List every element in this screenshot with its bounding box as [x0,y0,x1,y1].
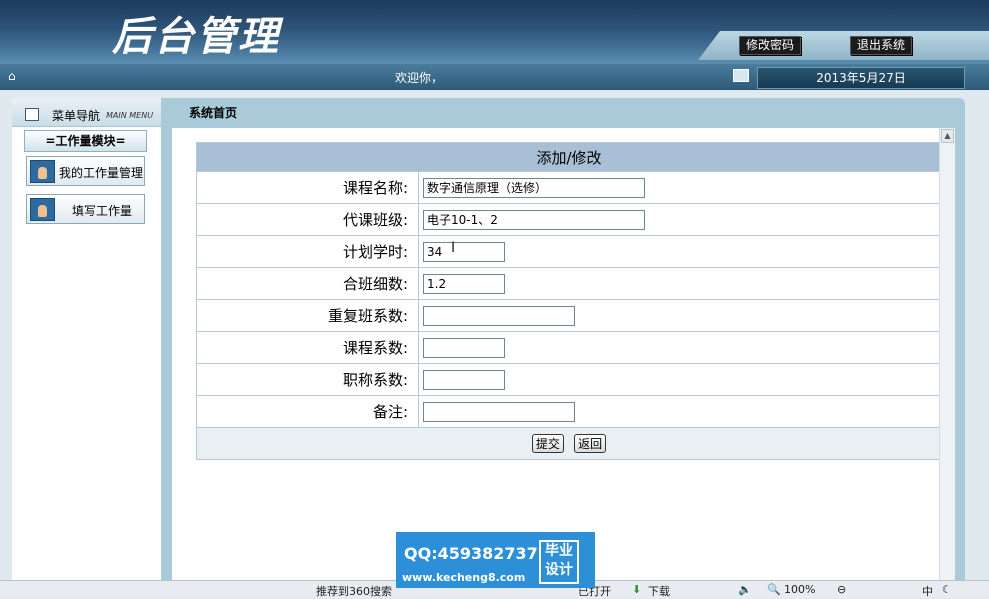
moon-icon[interactable]: ☾ [942,583,952,596]
welcome-text: 欢迎你， [395,71,444,85]
watermark-badge: QQ:459382737 www.kecheng8.com 毕业 设计 [396,532,595,588]
user-icon [30,160,55,183]
nav-fill-workload[interactable]: 填写工作量 [26,194,145,224]
speaker-icon[interactable]: 🔈 [738,583,752,596]
course-name-input[interactable] [423,177,645,198]
remark-input[interactable] [423,401,575,422]
download-icon[interactable]: ⬇ [632,583,641,596]
nav-item-label: 我的工作量管理 [59,166,144,180]
planned-hours-input[interactable] [423,241,505,262]
menu-title: 菜单导航 [52,109,101,123]
watermark-line2: 设计 [545,562,573,578]
logout-button[interactable]: 退出系统 [850,36,913,55]
form-caption: 添加/修改 [196,142,942,172]
repeat-factor-input[interactable] [423,305,575,326]
form-actions: 提交 返回 [196,427,942,460]
scroll-up-icon[interactable]: ▲ [941,129,954,143]
zoom-icon[interactable]: 🔍 [767,583,781,596]
repeat-factor-label: 重复班系数: [196,299,419,332]
planned-hours-label: 计划学时: [196,235,419,268]
module-title[interactable]: =工作量模块= [24,130,147,152]
course-factor-input[interactable] [423,337,505,358]
class-label: 代课班级: [196,203,419,236]
logo: 后台管理 [112,13,280,60]
zoom-level[interactable]: 100% [784,583,815,596]
menu-subtitle: MAIN MENU [106,111,154,120]
date-display: 2013年5月27日 [757,67,965,89]
change-password-button[interactable]: 修改密码 [739,36,802,55]
monitor-icon [733,69,749,82]
user-icon [30,198,55,221]
vertical-scrollbar[interactable]: ▲ [939,128,955,597]
nav-item-label: 填写工作量 [72,204,133,218]
workload-form: 添加/修改 课程名称: 代课班级: 计划学时: 合班细数: 重复班系数: 课程系… [196,142,942,460]
watermark-site: www.kecheng8.com [402,571,526,584]
nav-my-workload[interactable]: 我的工作量管理 [26,156,145,186]
merge-factor-label: 合班细数: [196,267,419,300]
left-menu: 菜单导航 MAIN MENU =工作量模块= 我的工作量管理 填写工作量 [12,98,161,597]
text-cursor-icon: I [451,240,456,256]
watermark-qq: QQ:459382737 [404,544,538,563]
menu-icon [25,108,39,121]
home-icon[interactable]: ⌂ [8,69,24,83]
zoom-out-icon[interactable]: ⊖ [837,583,846,596]
remark-label: 备注: [196,395,419,428]
course-factor-label: 课程系数: [196,331,419,364]
title-factor-label: 职称系数: [196,363,419,396]
watermark-line1: 毕业 [545,543,573,559]
watermark-box: 毕业 设计 [539,540,579,584]
back-button[interactable]: 返回 [574,434,607,453]
header-banner: 后台管理 修改密码 退出系统 [0,0,989,64]
merge-factor-input[interactable] [423,273,505,294]
class-input[interactable] [423,209,645,230]
tab-home[interactable]: 系统首页 [189,104,237,121]
course-name-label: 课程名称: [196,171,419,204]
menu-header: 菜单导航 MAIN MENU [12,98,161,127]
title-factor-input[interactable] [423,369,505,390]
submit-button[interactable]: 提交 [531,434,564,453]
welcome-bar: ⌂ 欢迎你， 2013年5月27日 [0,64,989,90]
